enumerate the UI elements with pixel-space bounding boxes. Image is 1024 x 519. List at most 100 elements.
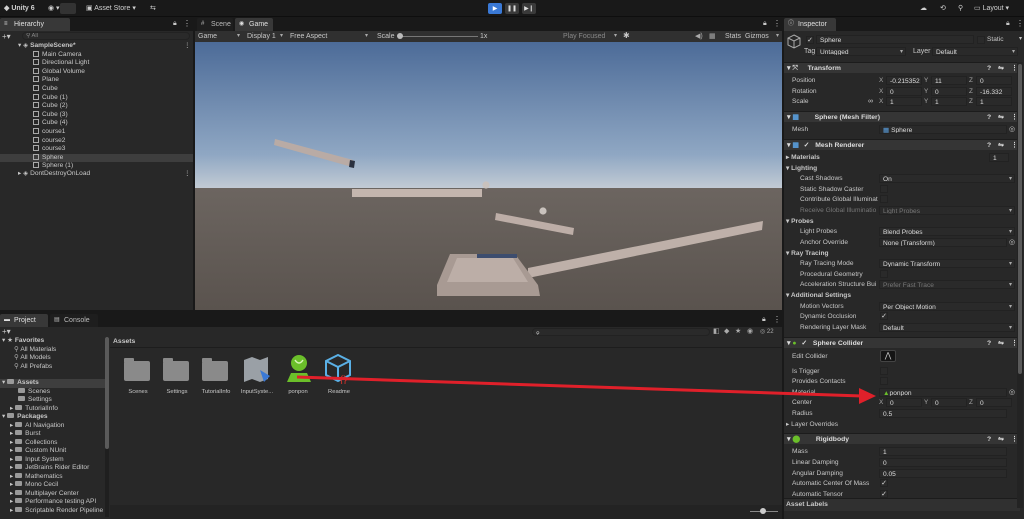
more-icon[interactable]: ⋮ <box>773 315 781 324</box>
packages-node[interactable]: ▾ Packages <box>2 413 48 422</box>
center-x-field[interactable]: 0 <box>886 398 922 407</box>
rendering-layer-mask-dropdown[interactable]: Default <box>879 323 1015 332</box>
lock-icon[interactable]: 🔒︎ <box>1006 20 1010 28</box>
preset-icon[interactable]: ⇋ <box>998 338 1004 349</box>
version-control-icon[interactable]: ⇆ <box>150 3 156 14</box>
cloud-dropdown[interactable] <box>60 3 76 14</box>
help-icon[interactable]: ? <box>987 338 991 349</box>
inspector-scrollbar-thumb[interactable] <box>1018 64 1022 374</box>
more-icon[interactable]: ⋮ <box>1016 19 1024 28</box>
center-y-field[interactable]: 0 <box>931 398 967 407</box>
probes-section-label[interactable]: ▾ Probes <box>786 217 814 226</box>
mass-field[interactable]: 1 <box>879 447 1007 456</box>
receive-gi-dropdown[interactable]: Light Probes <box>879 206 1015 215</box>
acceleration-structure-dropdown[interactable]: Prefer Fast Trace <box>879 280 1015 289</box>
display-dropdown[interactable]: Display 1 <box>247 32 285 41</box>
active-checkbox[interactable]: ✓ <box>806 36 814 44</box>
auto-tensor-checkbox[interactable]: ✓ <box>880 490 888 498</box>
hierarchy-item[interactable]: course3 <box>0 145 193 154</box>
light-probes-dropdown[interactable]: Blend Probes <box>879 227 1015 236</box>
package-item[interactable]: ▸ Mathematics <box>10 472 63 482</box>
rigidbody-header[interactable]: ▾ ⬤ Rigidbody ? ⇋ ⋮ <box>784 433 1020 444</box>
favorite-item[interactable]: ⚲ All Materials <box>14 346 56 355</box>
preset-icon[interactable]: ⇋ <box>998 140 1004 151</box>
lock-icon[interactable]: 🔒︎ <box>762 316 766 324</box>
asset-tutorialinfo-folder[interactable]: TutorialInfo <box>196 356 236 400</box>
hierarchy-item[interactable]: course1 <box>0 127 193 137</box>
layer-overrides-foldout[interactable]: ▸ Layer Overrides <box>786 420 838 429</box>
favorites-node[interactable]: ▾ ★ Favorites <box>2 337 44 346</box>
auto-com-checkbox[interactable]: ✓ <box>880 479 888 487</box>
asset-store-button[interactable]: ▣ Asset Store ▾ <box>86 3 136 14</box>
hierarchy-item[interactable]: Sphere <box>0 153 193 163</box>
scene-row[interactable]: ▾ ◈ SampleScene* ⋮ <box>0 42 193 51</box>
hierarchy-item[interactable]: Plane <box>0 76 193 85</box>
tag-dropdown[interactable]: Untagged <box>816 47 906 56</box>
scale-slider-track[interactable] <box>398 36 478 37</box>
hierarchy-item[interactable]: Global Volume <box>0 67 193 77</box>
linear-damping-field[interactable]: 0 <box>879 458 1007 467</box>
favorite-item[interactable]: ⚲ All Prefabs <box>14 363 52 372</box>
package-item[interactable]: ▸ Mono Cecil <box>10 481 58 490</box>
favorite-item[interactable]: ⚲ All Models <box>14 354 51 363</box>
asset-readme[interactable]: {} Readme <box>318 354 360 400</box>
tree-scrollbar[interactable] <box>105 337 109 517</box>
anchor-override-field[interactable]: None (Transform) <box>879 238 1007 247</box>
position-y-field[interactable]: 11 <box>931 76 967 85</box>
more-icon[interactable]: ⋮ <box>773 19 781 28</box>
enabled-checkbox-icon[interactable]: ✓ <box>804 142 810 149</box>
static-dropdown-icon[interactable]: ▾ <box>1019 35 1022 42</box>
object-picker-icon[interactable]: ◎ <box>1009 238 1015 246</box>
tab-project[interactable]: ▬ Project <box>0 314 48 327</box>
hierarchy-item[interactable]: Cube <box>0 84 193 94</box>
search-icon[interactable]: ⚲ <box>958 3 963 14</box>
project-search-input[interactable]: ⚲ <box>532 328 710 336</box>
more-icon[interactable]: ⋮ <box>184 170 191 179</box>
assets-tree-item[interactable]: Settings <box>18 396 52 405</box>
ray-tracing-mode-dropdown[interactable]: Dynamic Transform <box>879 259 1015 268</box>
object-picker-icon[interactable]: ◎ <box>1009 125 1015 133</box>
hidden-packages-icon[interactable]: ◉ <box>747 327 753 335</box>
gizmos-dropdown[interactable]: Gizmos <box>745 32 781 41</box>
pause-button[interactable]: ❚❚ <box>505 3 519 14</box>
package-item[interactable]: ▸ Collections <box>10 438 57 448</box>
position-z-field[interactable]: 0 <box>976 76 1012 85</box>
filter-label-icon[interactable]: ◆ <box>724 327 729 335</box>
tree-scrollbar-thumb[interactable] <box>105 337 109 449</box>
bug-icon[interactable]: ✱ <box>623 31 630 40</box>
hierarchy-item[interactable]: Directional Light <box>0 59 193 68</box>
position-x-field[interactable]: -0.215352 <box>886 76 922 85</box>
scale-slider-handle[interactable] <box>397 33 403 39</box>
breadcrumb[interactable]: Assets <box>113 338 135 345</box>
assets-tree-item[interactable]: ▸ TutorialInfo <box>10 404 58 414</box>
hierarchy-item[interactable]: Main Camera <box>0 50 193 60</box>
package-item[interactable]: ▸ Scriptable Render Pipeline <box>10 506 103 516</box>
assets-tree-item[interactable]: Scenes <box>18 387 50 397</box>
inspector-scrollbar[interactable] <box>1017 62 1023 508</box>
play-button[interactable]: ▶ <box>488 3 502 14</box>
object-name-field[interactable]: Sphere <box>816 35 974 44</box>
tab-scene[interactable]: # Scene <box>197 18 233 31</box>
save-search-icon[interactable]: ★ <box>735 327 741 335</box>
edit-collider-button[interactable]: ⋀ <box>880 350 896 362</box>
filter-type-icon[interactable]: ◧ <box>713 327 720 335</box>
step-button[interactable]: ▶❙ <box>522 3 536 14</box>
aspect-dropdown[interactable]: Free Aspect <box>290 32 370 41</box>
tab-console[interactable]: ▤ Console <box>50 314 98 327</box>
is-trigger-checkbox[interactable] <box>880 367 888 375</box>
unity-logo-menu[interactable]: ◆ Unity 6 <box>4 3 35 14</box>
lock-icon[interactable]: 🔒︎ <box>173 20 177 28</box>
play-focused-dropdown[interactable]: Play Focused <box>563 32 619 41</box>
stats-button[interactable]: Stats <box>725 32 741 41</box>
angular-damping-field[interactable]: 0.05 <box>879 469 1007 478</box>
tab-game[interactable]: ◉ Game <box>235 18 273 31</box>
additional-settings-section-label[interactable]: ▾ Additional Settings <box>786 291 851 300</box>
account-icon[interactable]: ◉ ▾ <box>48 3 60 14</box>
tab-inspector[interactable]: ⓘ Inspector <box>784 18 836 31</box>
hierarchy-item[interactable]: Cube (3) <box>0 110 193 120</box>
add-icon[interactable]: +▾ <box>2 32 11 41</box>
motion-vectors-dropdown[interactable]: Per Object Motion <box>879 302 1015 311</box>
layer-dropdown[interactable]: Default <box>932 47 1018 56</box>
static-checkbox[interactable] <box>977 36 985 44</box>
transform-header[interactable]: ▾ ⤧ Transform ? ⇋ ⋮ <box>784 62 1020 73</box>
